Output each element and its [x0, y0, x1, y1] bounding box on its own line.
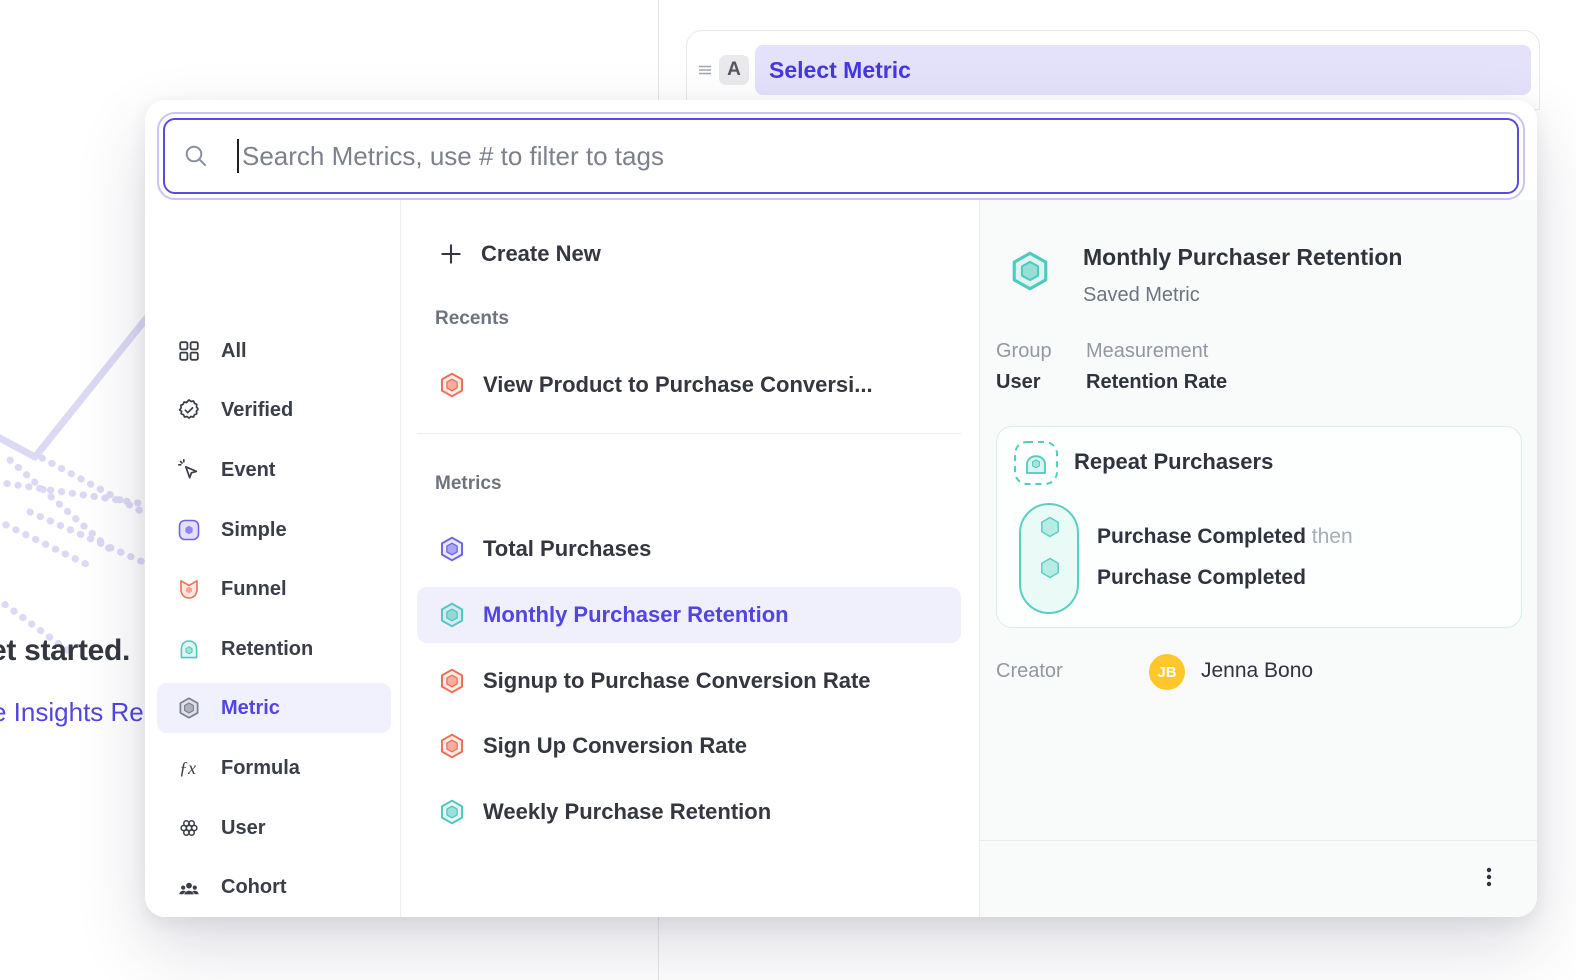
metric-item-monthly-purchaser-retention[interactable]: Monthly Purchaser Retention	[417, 587, 961, 643]
metric-item-signup-to-purchase[interactable]: Signup to Purchase Conversion Rate	[401, 653, 978, 709]
more-options-icon[interactable]	[1477, 865, 1501, 889]
sidebar-item-cohort[interactable]: Cohort	[157, 862, 391, 912]
sidebar-item-label: Verified	[221, 399, 293, 422]
create-new-button[interactable]: Create New	[401, 226, 978, 282]
metric-clause-bar: A Select Metric	[686, 30, 1540, 110]
formula-fx-icon: ƒx	[177, 756, 201, 780]
cursor-click-icon	[177, 458, 201, 482]
metric-item-label: Sign Up Conversion Rate	[483, 733, 747, 759]
sidebar-item-all[interactable]: All	[157, 326, 391, 376]
definition-step-1: Purchase Completed then	[1097, 525, 1353, 549]
detail-title: Monthly Purchaser Retention	[1083, 244, 1402, 271]
clause-letter-badge: A	[719, 55, 749, 85]
group-value: User	[996, 371, 1040, 394]
create-new-label: Create New	[481, 241, 601, 267]
detail-subtitle: Saved Metric	[1083, 284, 1200, 307]
sidebar-item-label: Formula	[221, 757, 300, 780]
background-link-fragment[interactable]: e Insights Re	[0, 697, 144, 728]
group-label: Group	[996, 340, 1052, 363]
definition-step-2: Purchase Completed	[1097, 566, 1306, 590]
retention-hexagon-icon	[177, 637, 201, 661]
sidebar-item-label: Metric	[221, 697, 280, 720]
sidebar-item-retention[interactable]: Retention	[157, 624, 391, 674]
metric-list: Create New Recents View Product to Purch…	[401, 200, 978, 917]
purple-metric-icon	[438, 535, 466, 563]
metric-item-sign-up-conversion[interactable]: Sign Up Conversion Rate	[401, 718, 978, 774]
coral-metric-icon	[438, 667, 466, 695]
verified-badge-icon	[177, 398, 201, 422]
metric-definition-card: Repeat Purchasers Purchase Completed the…	[996, 426, 1522, 628]
sidebar-item-label: Retention	[221, 638, 313, 661]
metric-detail-panel: Monthly Purchaser Retention Saved Metric…	[979, 200, 1537, 917]
sidebar-item-simple[interactable]: Simple	[157, 505, 391, 555]
retention-definition-icon	[1013, 440, 1059, 486]
step-event: Purchase Completed	[1097, 566, 1306, 589]
svg-text:ƒx: ƒx	[179, 758, 196, 778]
select-metric-button[interactable]: Select Metric	[755, 45, 1531, 95]
sidebar-item-verified[interactable]: Verified	[157, 385, 391, 435]
recents-header: Recents	[435, 308, 509, 330]
teal-metric-icon	[438, 798, 466, 826]
measurement-label: Measurement	[1086, 340, 1208, 363]
simple-hexagon-icon	[177, 518, 201, 542]
creator-name: Jenna Bono	[1201, 659, 1313, 683]
search-focus-ring	[157, 112, 1525, 200]
sidebar-item-event[interactable]: Event	[157, 445, 391, 495]
step-connector: then	[1312, 525, 1353, 548]
coral-metric-icon	[438, 732, 466, 760]
metric-item-label: Signup to Purchase Conversion Rate	[483, 668, 871, 694]
sidebar-item-label: Simple	[221, 519, 287, 542]
sidebar-item-formula[interactable]: ƒx Formula	[157, 743, 391, 793]
search-box[interactable]	[163, 118, 1519, 194]
sidebar-item-user[interactable]: User	[157, 803, 391, 853]
definition-title: Repeat Purchasers	[1074, 449, 1273, 475]
list-section-divider	[417, 433, 961, 434]
sidebar-item-label: Cohort	[221, 876, 287, 899]
filter-sidebar: All Verified Event Simple	[145, 200, 400, 917]
step-hexagon-icon	[1037, 514, 1063, 540]
cohort-people-icon	[177, 875, 201, 899]
user-cluster-icon	[177, 816, 201, 840]
metric-hexagon-icon	[177, 696, 201, 720]
background-headline-fragment: et started.	[0, 634, 130, 668]
search-icon	[183, 143, 209, 169]
recent-metric-item[interactable]: View Product to Purchase Conversi...	[401, 357, 978, 413]
measurement-value: Retention Rate	[1086, 371, 1227, 394]
creator-label: Creator	[996, 660, 1063, 683]
detail-footer-divider	[980, 840, 1537, 841]
text-caret	[237, 139, 239, 173]
metric-picker-modal: All Verified Event Simple	[145, 100, 1537, 917]
teal-metric-icon	[438, 601, 466, 629]
drag-handle-icon[interactable]	[697, 62, 713, 78]
recent-metric-label: View Product to Purchase Conversi...	[483, 372, 873, 398]
saved-metric-hexagon-icon	[1008, 249, 1052, 293]
sidebar-item-label: Funnel	[221, 578, 287, 601]
step-event: Purchase Completed	[1097, 525, 1306, 548]
metric-item-label: Total Purchases	[483, 536, 651, 562]
sidebar-item-metric[interactable]: Metric	[157, 683, 391, 733]
metric-item-weekly-purchase-retention[interactable]: Weekly Purchase Retention	[401, 784, 978, 840]
plus-icon	[438, 241, 464, 267]
grid-icon	[177, 339, 201, 363]
sidebar-item-label: All	[221, 340, 247, 363]
metric-item-label: Weekly Purchase Retention	[483, 799, 771, 825]
search-input[interactable]	[242, 141, 1499, 172]
retention-steps-capsule	[1019, 503, 1079, 614]
sidebar-item-label: Event	[221, 459, 275, 482]
creator-avatar: JB	[1149, 654, 1185, 690]
sidebar-item-funnel[interactable]: Funnel	[157, 564, 391, 614]
sidebar-item-label: User	[221, 817, 265, 840]
funnel-hexagon-icon	[177, 577, 201, 601]
metric-item-label: Monthly Purchaser Retention	[483, 602, 789, 628]
metric-item-total-purchases[interactable]: Total Purchases	[401, 521, 978, 577]
metrics-header: Metrics	[435, 473, 502, 495]
funnel-metric-icon	[438, 371, 466, 399]
step-hexagon-icon	[1037, 555, 1063, 581]
